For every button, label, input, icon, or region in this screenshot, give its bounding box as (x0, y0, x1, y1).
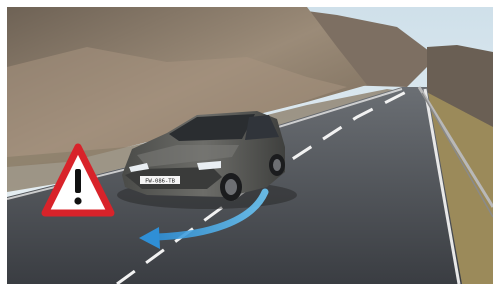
car-rim-rear (273, 159, 281, 171)
scene-svg: FW-086-TB (7, 7, 493, 284)
scene-illustration: FW-086-TB (7, 7, 493, 284)
license-plate-text: FW-086-TB (145, 179, 175, 185)
car-rim-front (225, 179, 237, 195)
